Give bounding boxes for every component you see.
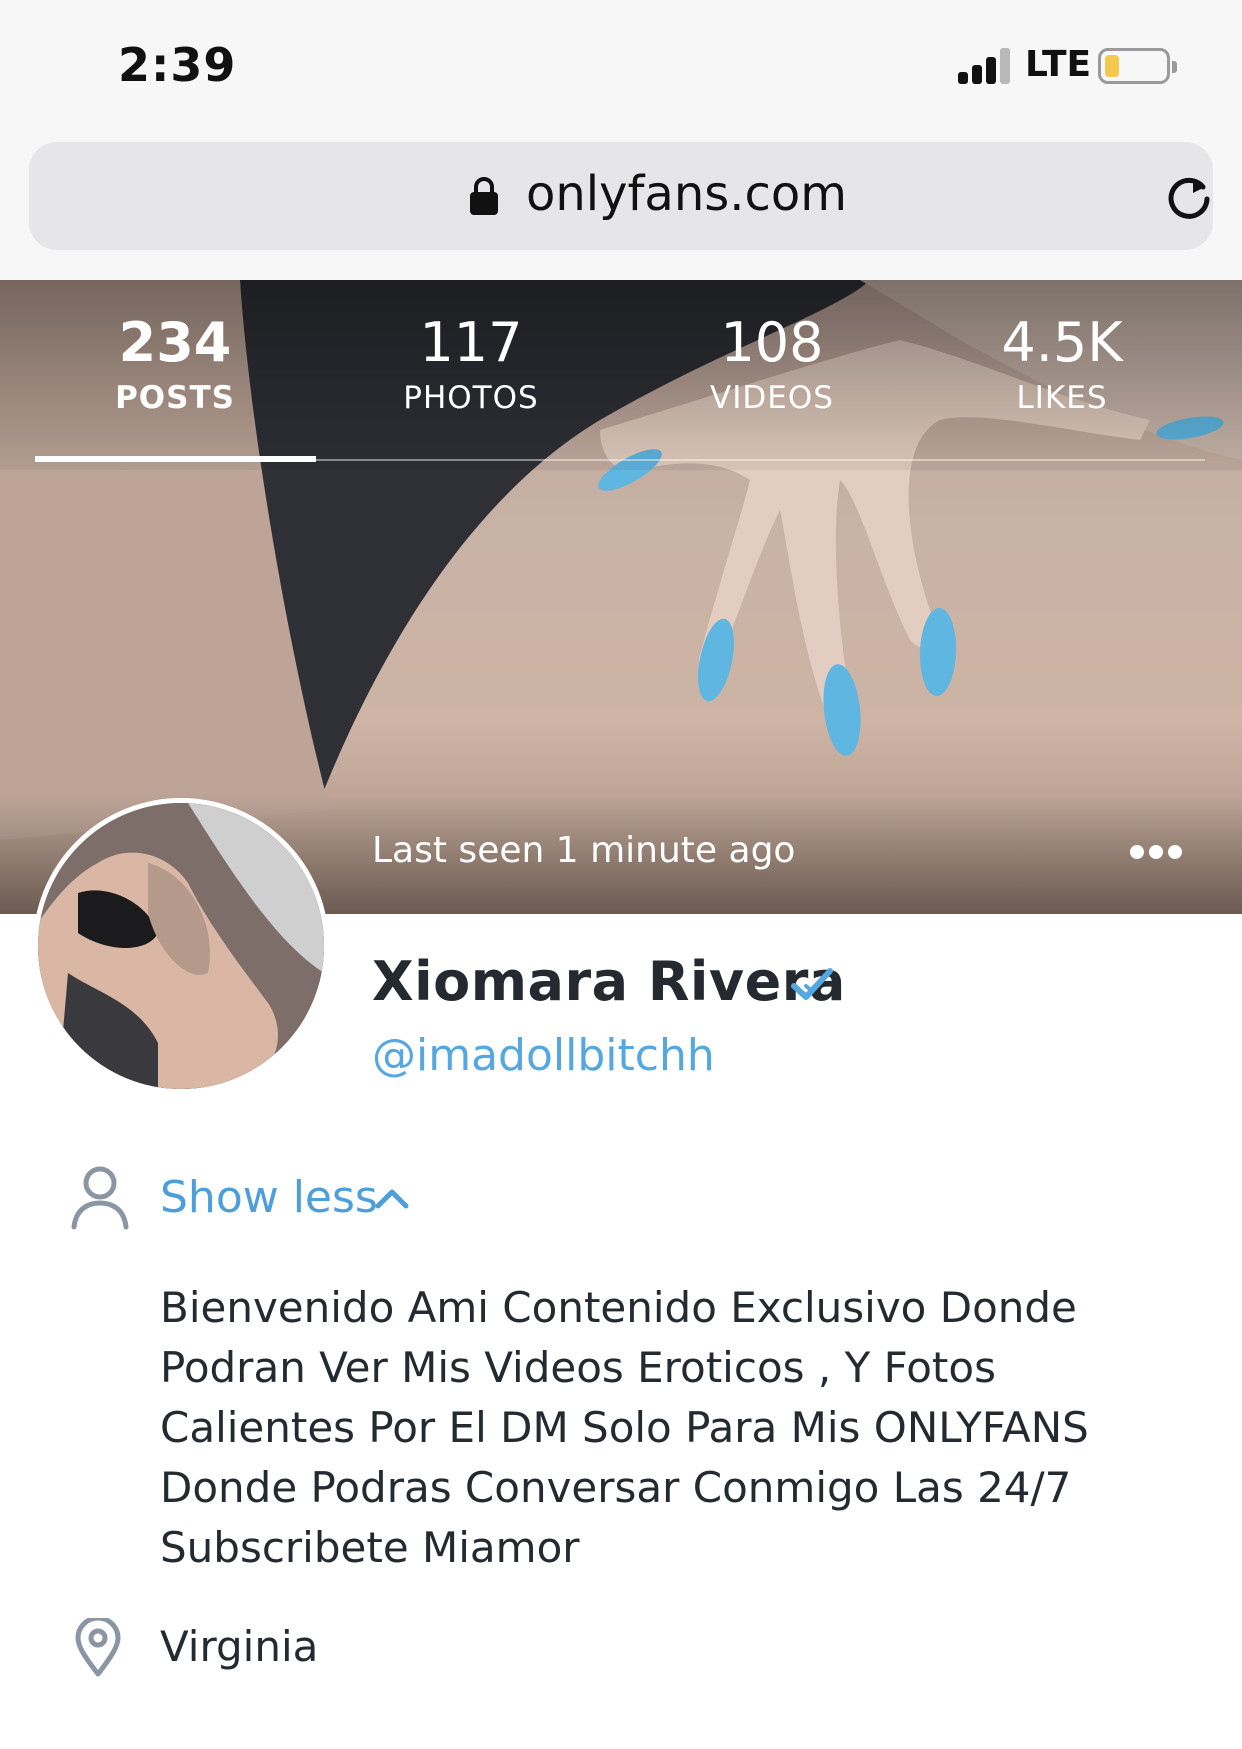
show-less-toggle[interactable]: Show less [160,1172,378,1223]
likes-label: LIKES [1016,380,1108,416]
tab-likes[interactable]: 4.5K LIKES [922,310,1202,416]
photos-label: PHOTOS [403,380,539,416]
tab-videos[interactable]: 108 VIDEOS [632,310,912,416]
status-bar: 2:39 LTE [0,0,1242,140]
bio-line: Bienvenido Ami Contenido Exclusivo Donde [160,1283,1077,1332]
bio-line: Calientes Por El DM Solo Para Mis ONLYFA… [160,1403,1089,1452]
battery-icon [1098,48,1177,84]
posts-label: POSTS [115,380,235,416]
location-pin-icon [75,1618,121,1677]
profile-location: Virginia [160,1622,319,1671]
active-tab-indicator [35,456,316,462]
browser-toolbar: onlyfans.com [0,140,1242,280]
reload-icon[interactable] [1163,171,1215,223]
profile-handle[interactable]: @imadollbitchh [372,1030,715,1081]
verified-check-icon [791,968,833,1000]
posts-count: 234 [118,311,232,374]
network-type: LTE [1025,44,1092,85]
bio-line: Donde Podras Conversar Conmigo Las 24/7 [160,1463,1072,1512]
chevron-up-icon[interactable] [374,1184,410,1212]
status-time: 2:39 [118,38,237,92]
last-seen-status: Last seen 1 minute ago [372,830,796,871]
profile-stats-tabs: 234 POSTS 117 PHOTOS 108 VIDEOS 4.5K LIK… [35,310,1205,440]
avatar[interactable] [33,798,329,1094]
bio-line: Subscribete Miamor [160,1523,580,1572]
videos-count: 108 [720,311,824,374]
url-text[interactable]: onlyfans.com [526,166,847,222]
videos-label: VIDEOS [710,380,834,416]
cellular-signal-icon [958,48,1014,84]
lock-icon [470,177,498,215]
likes-count: 4.5K [1001,311,1123,374]
address-bar[interactable]: onlyfans.com [29,142,1213,250]
more-dots-icon[interactable] [1130,845,1182,861]
user-icon [71,1166,129,1230]
bio-line: Podran Ver Mis Videos Eroticos , Y Fotos [160,1343,996,1392]
photos-count: 117 [419,311,523,374]
profile-name: Xiomara Rivera [372,950,846,1013]
avatar-photo [38,803,324,1089]
profile-bio: Bienvenido Ami Contenido Exclusivo Donde… [160,1278,1220,1578]
tab-posts[interactable]: 234 POSTS [35,310,315,416]
tab-photos[interactable]: 117 PHOTOS [331,310,611,416]
